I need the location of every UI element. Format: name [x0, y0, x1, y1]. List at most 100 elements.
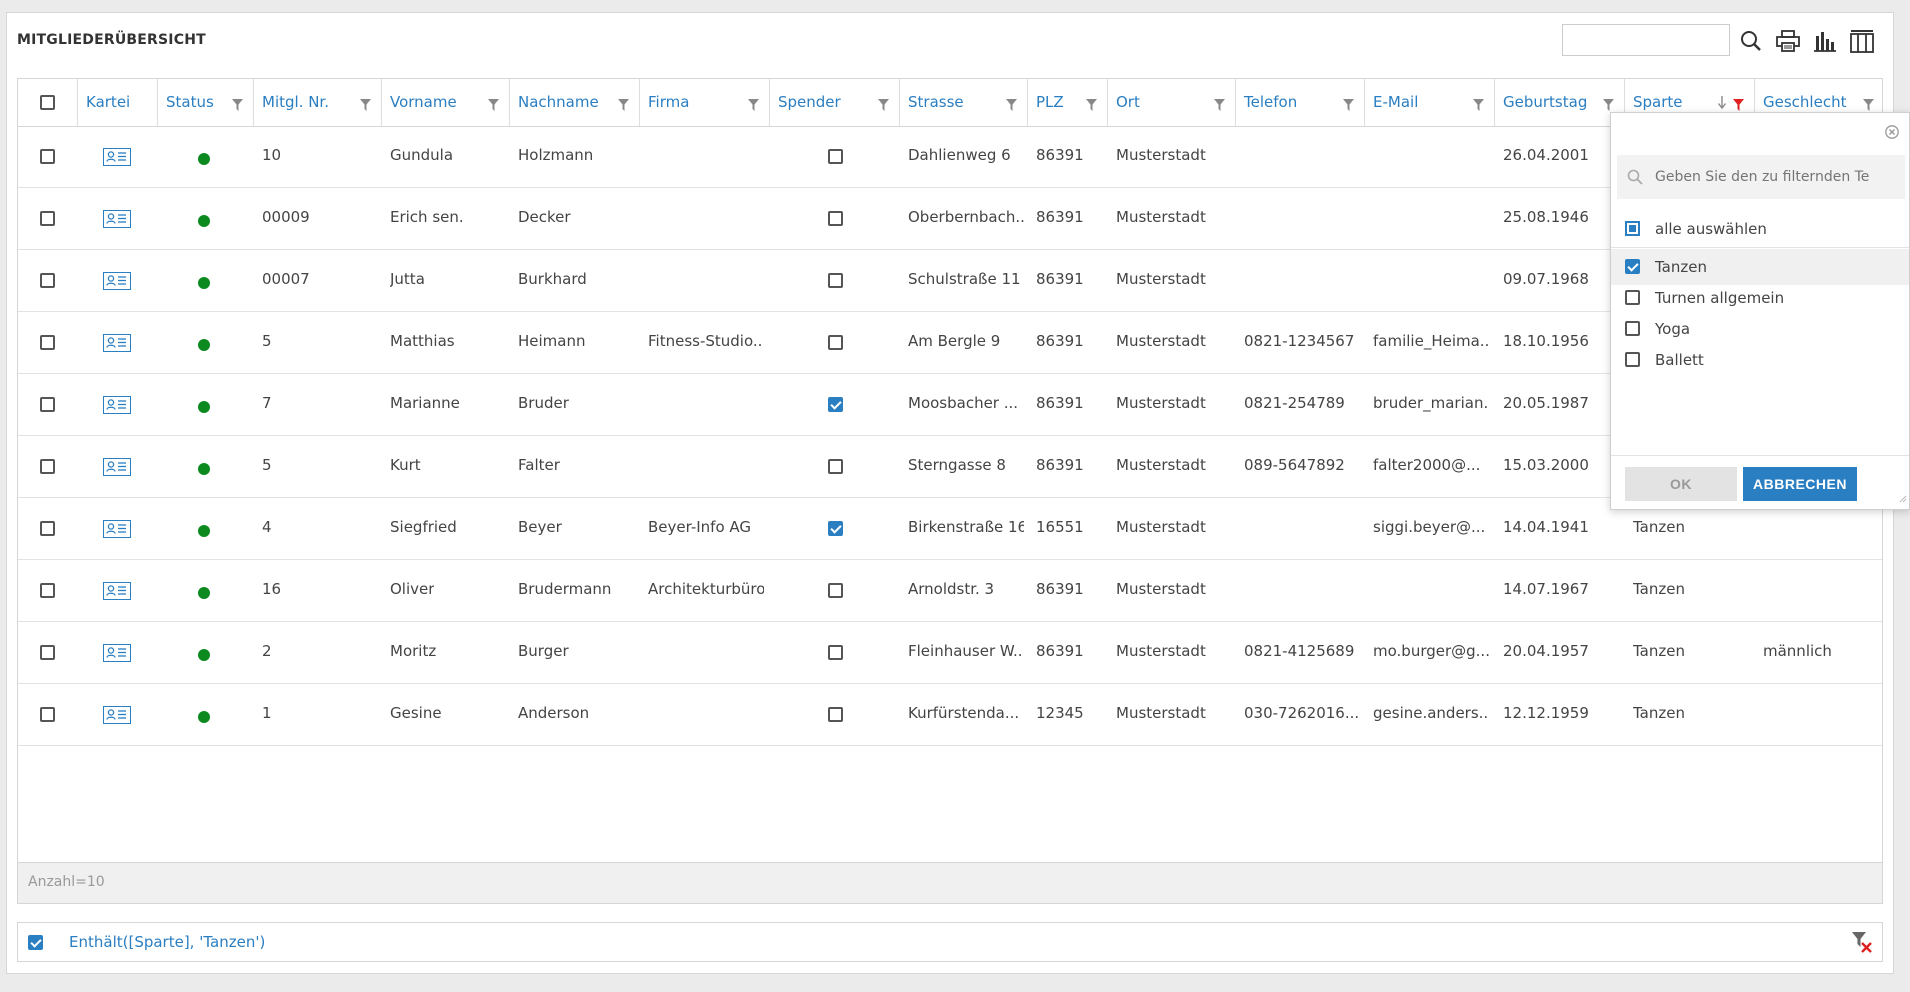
popup-search[interactable] [1617, 155, 1905, 199]
member-card-icon[interactable] [103, 334, 131, 352]
header-status[interactable]: Status [158, 79, 254, 126]
row-select-checkbox[interactable] [40, 645, 55, 660]
spender-checkbox[interactable] [828, 397, 843, 412]
header-spender[interactable]: Spender [770, 79, 900, 126]
filter-icon[interactable] [1343, 97, 1354, 115]
cell-vorname: Marianne [390, 394, 460, 412]
columns-icon[interactable] [1847, 26, 1877, 56]
row-select-checkbox[interactable] [40, 273, 55, 288]
member-card-icon[interactable] [103, 458, 131, 476]
cell-vorname: Moritz [390, 642, 437, 660]
spender-checkbox[interactable] [828, 645, 843, 660]
cell-ort: Musterstadt [1116, 580, 1206, 598]
sort-down-icon[interactable] [1717, 95, 1727, 113]
filter-icon[interactable] [360, 97, 371, 115]
header-email[interactable]: E-Mail [1365, 79, 1495, 126]
member-card-icon[interactable] [103, 706, 131, 724]
cell-nachname: Holzmann [518, 146, 594, 164]
filter-icon[interactable] [1214, 97, 1225, 115]
filter-icon[interactable] [618, 97, 629, 115]
option-checkbox[interactable] [1625, 259, 1640, 274]
search-icon[interactable] [1736, 26, 1766, 56]
spender-checkbox[interactable] [828, 149, 843, 164]
close-icon[interactable] [1885, 125, 1899, 143]
table-row[interactable]: 00007 Jutta Burkhard Schulstraße 11 86391 Mus… [18, 250, 1882, 312]
filter-icon[interactable] [1086, 97, 1097, 115]
header-geburtstag[interactable]: Geburtstag [1495, 79, 1625, 126]
table-row[interactable]: 00009 Erich sen. Decker Oberbernbach... 8639… [18, 188, 1882, 250]
option-checkbox[interactable] [1625, 290, 1640, 305]
select-all-checkbox[interactable] [40, 95, 55, 110]
table-row[interactable]: 16 Oliver Brudermann Architekturbüro Arnolds… [18, 560, 1882, 622]
page-title: MITGLIEDERÜBERSICHT [17, 32, 206, 48]
table-row[interactable]: 5 Matthias Heimann Fitness-Studio... Am Berg… [18, 312, 1882, 374]
option-checkbox[interactable] [1625, 352, 1640, 367]
status-indicator [198, 153, 210, 165]
filter-icon[interactable] [488, 97, 499, 115]
table-row[interactable]: 5 Kurt Falter Sterngasse 8 86391 Musterstadt 0… [18, 436, 1882, 498]
row-select-checkbox[interactable] [40, 211, 55, 226]
header-plz[interactable]: PLZ [1028, 79, 1108, 126]
header-kartei[interactable]: Kartei [78, 79, 158, 126]
filter-icon[interactable] [878, 97, 889, 115]
option-checkbox[interactable] [1625, 321, 1640, 336]
cell-strasse: Sterngasse 8 [908, 456, 1006, 474]
row-select-checkbox[interactable] [40, 707, 55, 722]
select-all-item[interactable]: alle auswählen [1611, 211, 1909, 248]
cancel-button[interactable]: ABBRECHEN [1743, 467, 1857, 501]
filter-icon[interactable] [748, 97, 759, 115]
row-select-checkbox[interactable] [40, 335, 55, 350]
member-card-icon[interactable] [103, 148, 131, 166]
cell-ort: Musterstadt [1116, 642, 1206, 660]
clear-filter-icon[interactable] [1852, 931, 1872, 957]
cell-vorname: Jutta [390, 270, 425, 288]
filter-icon[interactable] [1006, 97, 1017, 115]
header-telefon[interactable]: Telefon [1236, 79, 1365, 126]
filter-enabled-checkbox[interactable] [28, 935, 43, 950]
row-select-checkbox[interactable] [40, 521, 55, 536]
member-card-icon[interactable] [103, 520, 131, 538]
member-card-icon[interactable] [103, 210, 131, 228]
cell-vorname: Erich sen. [390, 208, 464, 226]
member-card-icon[interactable] [103, 582, 131, 600]
row-select-checkbox[interactable] [40, 397, 55, 412]
spender-checkbox[interactable] [828, 521, 843, 536]
header-vorname[interactable]: Vorname [382, 79, 510, 126]
table-row[interactable]: 7 Marianne Bruder Moosbacher ... 86391 Muster… [18, 374, 1882, 436]
member-card-icon[interactable] [103, 272, 131, 290]
header-strasse[interactable]: Strasse [900, 79, 1028, 126]
spender-checkbox[interactable] [828, 273, 843, 288]
row-select-checkbox[interactable] [40, 149, 55, 164]
filter-icon[interactable] [1473, 97, 1484, 115]
filter-option[interactable]: Ballett [1611, 342, 1909, 378]
spender-checkbox[interactable] [828, 211, 843, 226]
header-nachname[interactable]: Nachname [510, 79, 640, 126]
table-row[interactable]: 10 Gundula Holzmann Dahlienweg 6 86391 Muster… [18, 126, 1882, 188]
member-card-icon[interactable] [103, 644, 131, 662]
row-select-checkbox[interactable] [40, 583, 55, 598]
header-select-all[interactable] [18, 79, 78, 126]
spender-checkbox[interactable] [828, 583, 843, 598]
cell-plz: 86391 [1036, 208, 1084, 226]
popup-search-input[interactable] [1653, 163, 1897, 191]
print-icon[interactable] [1773, 26, 1803, 56]
header-firma[interactable]: Firma [640, 79, 770, 126]
chart-icon[interactable] [1810, 26, 1840, 56]
cell-vorname: Siegfried [390, 518, 457, 536]
spender-checkbox[interactable] [828, 335, 843, 350]
filter-expression[interactable]: Enthält([Sparte], 'Tanzen') [69, 933, 265, 951]
ok-button[interactable]: OK [1625, 467, 1737, 501]
table-row[interactable]: 1 Gesine Anderson Kurfürstenda... 12345 Muste… [18, 684, 1882, 746]
filter-icon[interactable] [232, 97, 243, 115]
header-mitgl-nr[interactable]: Mitgl. Nr. [254, 79, 382, 126]
header-ort[interactable]: Ort [1108, 79, 1236, 126]
resize-handle-icon[interactable] [1899, 489, 1907, 507]
spender-checkbox[interactable] [828, 459, 843, 474]
spender-checkbox[interactable] [828, 707, 843, 722]
row-select-checkbox[interactable] [40, 459, 55, 474]
search-input[interactable] [1562, 24, 1730, 56]
table-row[interactable]: 2 Moritz Burger Fleinhauser W... 86391 Muster… [18, 622, 1882, 684]
partial-checkbox[interactable] [1625, 221, 1640, 236]
member-card-icon[interactable] [103, 396, 131, 414]
table-row[interactable]: 4 Siegfried Beyer Beyer-Info AG Birkenstraße… [18, 498, 1882, 560]
